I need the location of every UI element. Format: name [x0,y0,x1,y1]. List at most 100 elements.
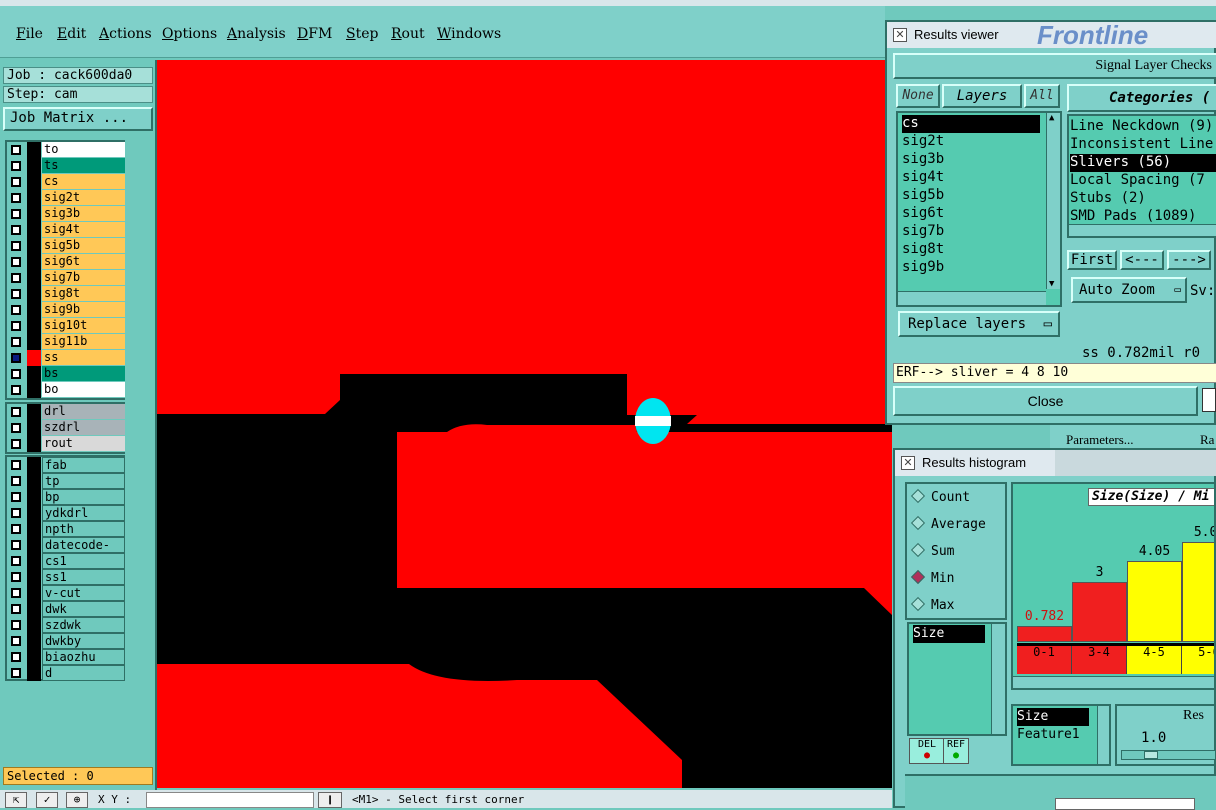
layer-checkbox[interactable] [11,636,21,646]
xy-input[interactable] [146,792,314,808]
job-matrix-button[interactable]: Job Matrix ... [3,107,153,131]
layer-name[interactable]: to [42,142,125,158]
category-item[interactable]: Local Spacing (7 [1070,172,1216,190]
layer-color-swatch[interactable] [27,420,41,436]
layer-row-sig9b[interactable]: sig9b [7,302,125,318]
layer-row-sig5b[interactable]: sig5b [7,238,125,254]
layer-row-ts[interactable]: ts [7,158,125,174]
categories-header[interactable]: Categories ( [1067,84,1216,112]
close-button[interactable]: Close [893,386,1198,416]
category-list[interactable]: Line Neckdown (9) Inconsistent Line Sliver… [1067,114,1216,238]
layer-color-swatch[interactable] [27,569,41,585]
layer-checkbox[interactable] [11,588,21,598]
layer-name[interactable]: cs1 [42,553,125,569]
menu-edit[interactable]: Edit [57,26,86,42]
scroll-up-icon[interactable]: ▲ [1049,113,1054,123]
layer-row-sig4t[interactable]: sig4t [7,222,125,238]
histogram-list-1[interactable]: Size [907,622,1007,736]
res-slider[interactable] [1121,750,1216,760]
layer-name[interactable]: v-cut [42,585,125,601]
layer-checkbox[interactable] [11,508,21,518]
layer-row-bp[interactable]: bp [7,489,125,505]
result-layer-item[interactable]: sig7b [902,223,944,241]
layer-row-to[interactable]: to [7,142,125,158]
layer-checkbox[interactable] [11,423,21,433]
layer-color-swatch[interactable] [27,473,41,489]
layer-color-swatch[interactable] [27,158,41,174]
layer-name[interactable]: bo [42,382,125,398]
layer-checkbox[interactable] [11,556,21,566]
category-item[interactable]: SMD Pads (1089) [1070,208,1216,226]
layer-color-swatch[interactable] [27,270,41,286]
histogram-bar[interactable] [1127,561,1182,642]
layer-checkbox[interactable] [11,385,21,395]
result-layer-item[interactable]: cs [902,115,1040,133]
category-item[interactable]: Inconsistent Line [1070,136,1216,154]
layer-row-sig10t[interactable]: sig10t [7,318,125,334]
first-button[interactable]: First [1067,250,1117,270]
pause-icon[interactable]: ❙ [318,792,342,808]
layer-row-sig6t[interactable]: sig6t [7,254,125,270]
results-viewer-titlebar[interactable]: ✕ Results viewer [887,22,1027,48]
layer-name[interactable]: sig9b [42,302,125,318]
replace-layers-button[interactable]: Replace layers ▭ [898,311,1060,337]
results-layer-list[interactable]: ▲ ▼ cs sig2t sig3b sig4t sig5b sig6t sig7b sig8… [896,111,1062,307]
layer-checkbox[interactable] [11,369,21,379]
layer-name[interactable]: dwkby [42,633,125,649]
layer-row-dwkby[interactable]: dwkby [7,633,125,649]
layer-row-cs[interactable]: cs [7,174,125,190]
layer-color-swatch[interactable] [27,302,41,318]
window-close-icon[interactable]: ✕ [893,28,907,42]
category-item[interactable]: Slivers (56) [1070,154,1216,172]
histogram-field[interactable] [1055,798,1195,810]
layer-row-npth[interactable]: npth [7,521,125,537]
layer-name[interactable]: sig2t [42,190,125,206]
layer-color-swatch[interactable] [27,286,41,302]
layer-name[interactable]: sig8t [42,286,125,302]
layer-color-swatch[interactable] [27,174,41,190]
layer-checkbox[interactable] [11,177,21,187]
result-layer-item[interactable]: sig2t [902,133,944,151]
histogram-list-2-scrollbar[interactable] [1097,706,1109,764]
layer-color-swatch[interactable] [27,649,41,665]
layer-row-bs[interactable]: bs [7,366,125,382]
layer-color-swatch[interactable] [27,633,41,649]
res-slider-handle[interactable] [1144,751,1158,759]
layer-name[interactable]: bp [42,489,125,505]
layer-color-swatch[interactable] [27,350,41,366]
menu-windows[interactable]: Windows [437,26,501,42]
layer-row-szdwk[interactable]: szdwk [7,617,125,633]
layer-checkbox[interactable] [11,353,21,363]
layer-row-ss1[interactable]: ss1 [7,569,125,585]
layer-color-swatch[interactable] [27,457,41,473]
layer-color-swatch[interactable] [27,222,41,238]
layer-checkbox[interactable] [11,225,21,235]
result-layer-item[interactable]: sig6t [902,205,944,223]
layer-name[interactable]: cs [42,174,125,190]
menu-file[interactable]: File [16,26,43,42]
layer-checkbox[interactable] [11,460,21,470]
menu-dfm[interactable]: DFM [297,26,332,42]
layer-checkbox[interactable] [11,524,21,534]
histogram-titlebar[interactable]: ✕ Results histogram [895,450,1055,476]
layer-color-swatch[interactable] [27,382,41,398]
layer-name[interactable]: sig7b [42,270,125,286]
prev-button[interactable]: <--- [1120,250,1164,270]
layer-checkbox[interactable] [11,289,21,299]
layer-color-swatch[interactable] [27,238,41,254]
layer-color-swatch[interactable] [27,318,41,334]
layer-color-swatch[interactable] [27,334,41,350]
layer-checkbox[interactable] [11,476,21,486]
layer-name[interactable]: ss1 [42,569,125,585]
check-tool-icon[interactable]: ✓ [36,792,58,808]
layer-name[interactable]: sig10t [42,318,125,334]
scroll-down-icon[interactable]: ▼ [1049,279,1054,289]
layer-color-swatch[interactable] [27,585,41,601]
result-layer-item[interactable]: sig3b [902,151,944,169]
menu-options[interactable]: Options [162,26,217,42]
layer-name[interactable]: sig4t [42,222,125,238]
layer-checkbox[interactable] [11,145,21,155]
category-item[interactable]: Stubs (2) [1070,190,1216,208]
layer-name[interactable]: biaozhu [42,649,125,665]
ref-button[interactable]: REF ● [943,738,969,764]
